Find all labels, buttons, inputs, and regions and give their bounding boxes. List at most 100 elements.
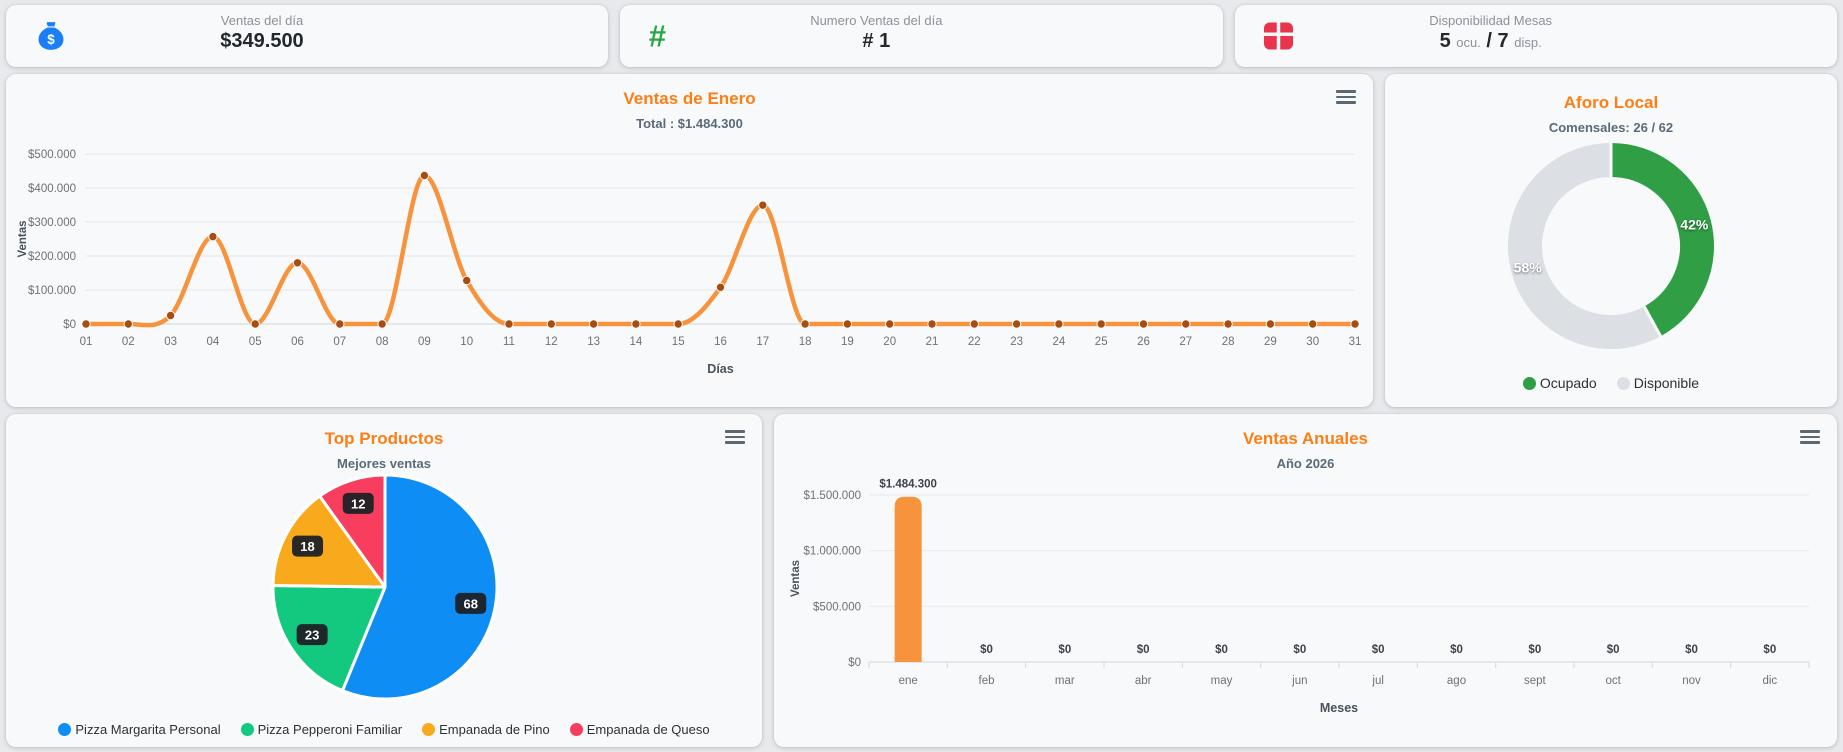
svg-text:$0: $0 <box>980 644 993 656</box>
svg-text:$300.000: $300.000 <box>28 217 76 229</box>
bottom-charts-row: Top Productos Mejores ventas 68 23 18 12 Pi… <box>6 414 1837 747</box>
svg-text:jul: jul <box>1371 675 1384 687</box>
legend-dot <box>240 723 254 736</box>
legend-item[interactable]: Empanada de Queso <box>569 722 710 737</box>
svg-text:$1.484.300: $1.484.300 <box>879 479 937 491</box>
svg-text:dic: dic <box>1762 675 1777 687</box>
stat-card-sales-day: $ Ventas del día $349.500 <box>6 5 609 67</box>
legend-dot <box>58 723 72 736</box>
svg-text:feb: feb <box>979 675 995 687</box>
chart-title: Top Productos <box>324 429 444 448</box>
svg-text:$0: $0 <box>1685 644 1698 656</box>
chart-subtitle: Total : $1.484.300 <box>636 116 743 131</box>
svg-text:abr: abr <box>1135 675 1152 687</box>
svg-text:05: 05 <box>249 336 262 348</box>
svg-text:03: 03 <box>164 336 177 348</box>
svg-text:14: 14 <box>630 336 643 348</box>
svg-text:10: 10 <box>460 336 473 348</box>
svg-text:06: 06 <box>291 336 304 348</box>
svg-text:$400.000: $400.000 <box>28 183 76 195</box>
hamburger-menu-icon[interactable] <box>1336 87 1356 107</box>
svg-text:42%: 42% <box>1680 217 1709 233</box>
stat-label: Disponibilidad Mesas <box>1429 13 1553 28</box>
svg-text:20: 20 <box>883 336 896 348</box>
stat-text: Numero Ventas del día # 1 <box>681 13 1073 53</box>
svg-text:09: 09 <box>418 336 431 348</box>
top-productos-pie-chart[interactable]: 68 23 18 12 <box>14 472 754 712</box>
svg-text:$500.000: $500.000 <box>813 601 861 613</box>
hash-icon: # <box>648 18 666 54</box>
svg-text:17: 17 <box>756 336 769 348</box>
stat-value: 5 ocu. / 7 disp. <box>1295 30 1687 53</box>
chart-subtitle: Mejores ventas <box>337 456 431 471</box>
stat-value: # 1 <box>862 30 891 52</box>
svg-text:$200.000: $200.000 <box>28 251 76 263</box>
stat-text: Ventas del día $349.500 <box>66 13 458 53</box>
top-productos-card: Top Productos Mejores ventas 68 23 18 12 Pi… <box>6 414 762 747</box>
aforo-donut-chart[interactable]: 42% 58% <box>1393 140 1829 360</box>
svg-text:08: 08 <box>376 336 389 348</box>
ventas-enero-line-chart[interactable]: $0 $100.000 $200.000 $300.000 $400.000 $500.0… <box>12 132 1367 404</box>
svg-text:$0: $0 <box>1058 644 1071 656</box>
legend-label: Disponible <box>1633 375 1700 391</box>
svg-text:Ventas: Ventas <box>17 220 29 257</box>
legend-dot <box>1616 376 1630 390</box>
svg-text:31: 31 <box>1349 336 1362 348</box>
svg-text:27: 27 <box>1179 336 1192 348</box>
ventas-enero-card: Ventas de Enero Total : $1.484.300 $0 $10… <box>6 74 1373 407</box>
ventas-anuales-bar-chart[interactable]: $0 $500.000 $1.000.000 $1.500.000 $1.484.300… <box>779 472 1832 737</box>
legend-item[interactable]: Pizza Margarita Personal <box>58 722 221 737</box>
svg-text:jun: jun <box>1291 675 1307 687</box>
svg-text:04: 04 <box>207 336 220 348</box>
svg-text:$0: $0 <box>1137 644 1150 656</box>
donut-legend: Ocupado Disponible <box>1385 375 1837 391</box>
available-unit: disp. <box>1514 35 1542 50</box>
legend-dot <box>569 723 583 736</box>
svg-text:$0: $0 <box>1215 644 1228 656</box>
legend-item[interactable]: Empanada de Pino <box>422 722 550 737</box>
separator: / <box>1486 30 1492 52</box>
svg-text:$1.500.000: $1.500.000 <box>803 490 861 502</box>
svg-text:19: 19 <box>841 336 854 348</box>
svg-text:Meses: Meses <box>1320 701 1358 715</box>
svg-text:$500.000: $500.000 <box>28 149 76 161</box>
svg-text:Ventas: Ventas <box>790 560 802 597</box>
svg-text:26: 26 <box>1137 336 1150 348</box>
svg-text:29: 29 <box>1264 336 1277 348</box>
svg-text:Días: Días <box>707 362 733 376</box>
svg-text:02: 02 <box>122 336 135 348</box>
stat-card-tables-availability: Disponibilidad Mesas 5 ocu. / 7 disp. <box>1234 5 1837 67</box>
legend-item[interactable]: Pizza Pepperoni Familiar <box>240 722 402 737</box>
legend-item[interactable]: Ocupado <box>1522 375 1597 391</box>
svg-text:ene: ene <box>899 675 918 687</box>
svg-text:$0: $0 <box>63 319 76 331</box>
svg-text:24: 24 <box>1053 336 1066 348</box>
svg-text:oct: oct <box>1605 675 1621 687</box>
svg-text:21: 21 <box>926 336 939 348</box>
chart-subtitle: Año 2026 <box>1276 456 1335 471</box>
svg-text:01: 01 <box>80 336 93 348</box>
svg-text:12: 12 <box>351 496 365 511</box>
stat-card-sales-count: # Numero Ventas del día # 1 <box>620 5 1223 67</box>
legend-label: Pizza Margarita Personal <box>75 722 221 737</box>
svg-text:58%: 58% <box>1514 259 1543 275</box>
legend-item[interactable]: Disponible <box>1616 375 1700 391</box>
svg-text:$1.000.000: $1.000.000 <box>803 546 861 558</box>
legend-label: Ocupado <box>1539 375 1597 391</box>
chart-title: Ventas Anuales <box>1242 429 1369 448</box>
svg-text:$100.000: $100.000 <box>28 285 76 297</box>
aforo-local-card: Aforo Local Comensales: 26 / 62 42% 58% O… <box>1385 74 1837 407</box>
hamburger-menu-icon[interactable] <box>1800 427 1820 447</box>
svg-text:$0: $0 <box>848 657 861 669</box>
svg-text:13: 13 <box>587 336 600 348</box>
svg-text:30: 30 <box>1306 336 1319 348</box>
svg-text:may: may <box>1211 675 1233 687</box>
legend-dot <box>422 723 436 736</box>
hamburger-menu-icon[interactable] <box>725 427 745 447</box>
legend-label: Empanada de Pino <box>439 722 550 737</box>
svg-text:18: 18 <box>300 539 314 554</box>
svg-text:$: $ <box>47 32 55 47</box>
svg-text:22: 22 <box>968 336 981 348</box>
svg-text:11: 11 <box>503 336 515 348</box>
stat-label: Numero Ventas del día <box>810 13 943 28</box>
